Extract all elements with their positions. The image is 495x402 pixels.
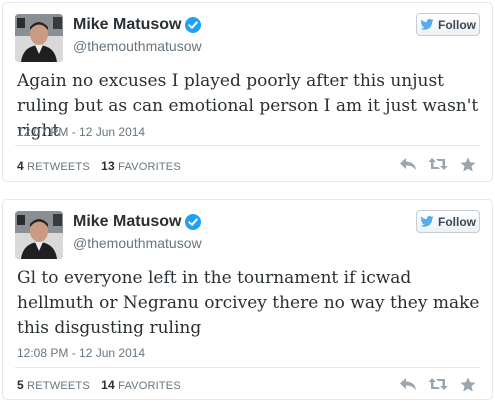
favorites-count[interactable]: 13 xyxy=(101,159,115,173)
favorites-label[interactable]: FAVORITES xyxy=(118,161,181,173)
tweet-timestamp[interactable]: 12:07 PM - 12 Jun 2014 xyxy=(17,125,145,139)
tweet-card: Mike Matusow @themouthmatusow Follow Aga… xyxy=(2,2,493,182)
retweets-count[interactable]: 5 xyxy=(17,378,24,392)
author-handle[interactable]: @themouthmatusow xyxy=(73,235,202,251)
follow-label: Follow xyxy=(438,214,476,229)
avatar[interactable] xyxy=(15,211,63,259)
follow-button[interactable]: Follow xyxy=(416,210,480,233)
favorite-star-icon[interactable] xyxy=(458,375,478,393)
author-name[interactable]: Mike Matusow xyxy=(73,16,181,34)
author-handle[interactable]: @themouthmatusow xyxy=(73,38,202,54)
twitter-bird-icon xyxy=(420,216,434,227)
tweet-stats: 5 RETWEETS 14 FAVORITES xyxy=(17,378,181,392)
twitter-bird-icon xyxy=(420,19,434,30)
tweet-timestamp[interactable]: 12:08 PM - 12 Jun 2014 xyxy=(17,346,145,360)
retweet-icon[interactable] xyxy=(428,375,448,393)
verified-badge-icon xyxy=(185,214,202,230)
divider xyxy=(15,367,480,368)
author-name[interactable]: Mike Matusow xyxy=(73,213,181,231)
divider xyxy=(15,145,480,146)
retweet-icon[interactable] xyxy=(428,155,448,173)
tweet-stats: 4 RETWEETS 13 FAVORITES xyxy=(17,159,181,173)
tweet-actions xyxy=(398,375,478,393)
favorites-count[interactable]: 14 xyxy=(101,378,115,392)
retweets-label[interactable]: RETWEETS xyxy=(27,380,90,392)
retweets-label[interactable]: RETWEETS xyxy=(27,161,90,173)
tweet-text: Gl to everyone left in the tournament if… xyxy=(17,268,480,338)
follow-button[interactable]: Follow xyxy=(416,13,480,36)
favorite-star-icon[interactable] xyxy=(458,155,478,173)
retweets-count[interactable]: 4 xyxy=(17,159,24,173)
tweet-card: Mike Matusow @themouthmatusow Follow Gl … xyxy=(2,199,493,400)
avatar[interactable] xyxy=(15,14,63,62)
verified-badge-icon xyxy=(185,17,202,33)
favorites-label[interactable]: FAVORITES xyxy=(118,380,181,392)
reply-icon[interactable] xyxy=(398,155,418,173)
follow-label: Follow xyxy=(438,17,476,32)
reply-icon[interactable] xyxy=(398,375,418,393)
tweet-actions xyxy=(398,155,478,173)
